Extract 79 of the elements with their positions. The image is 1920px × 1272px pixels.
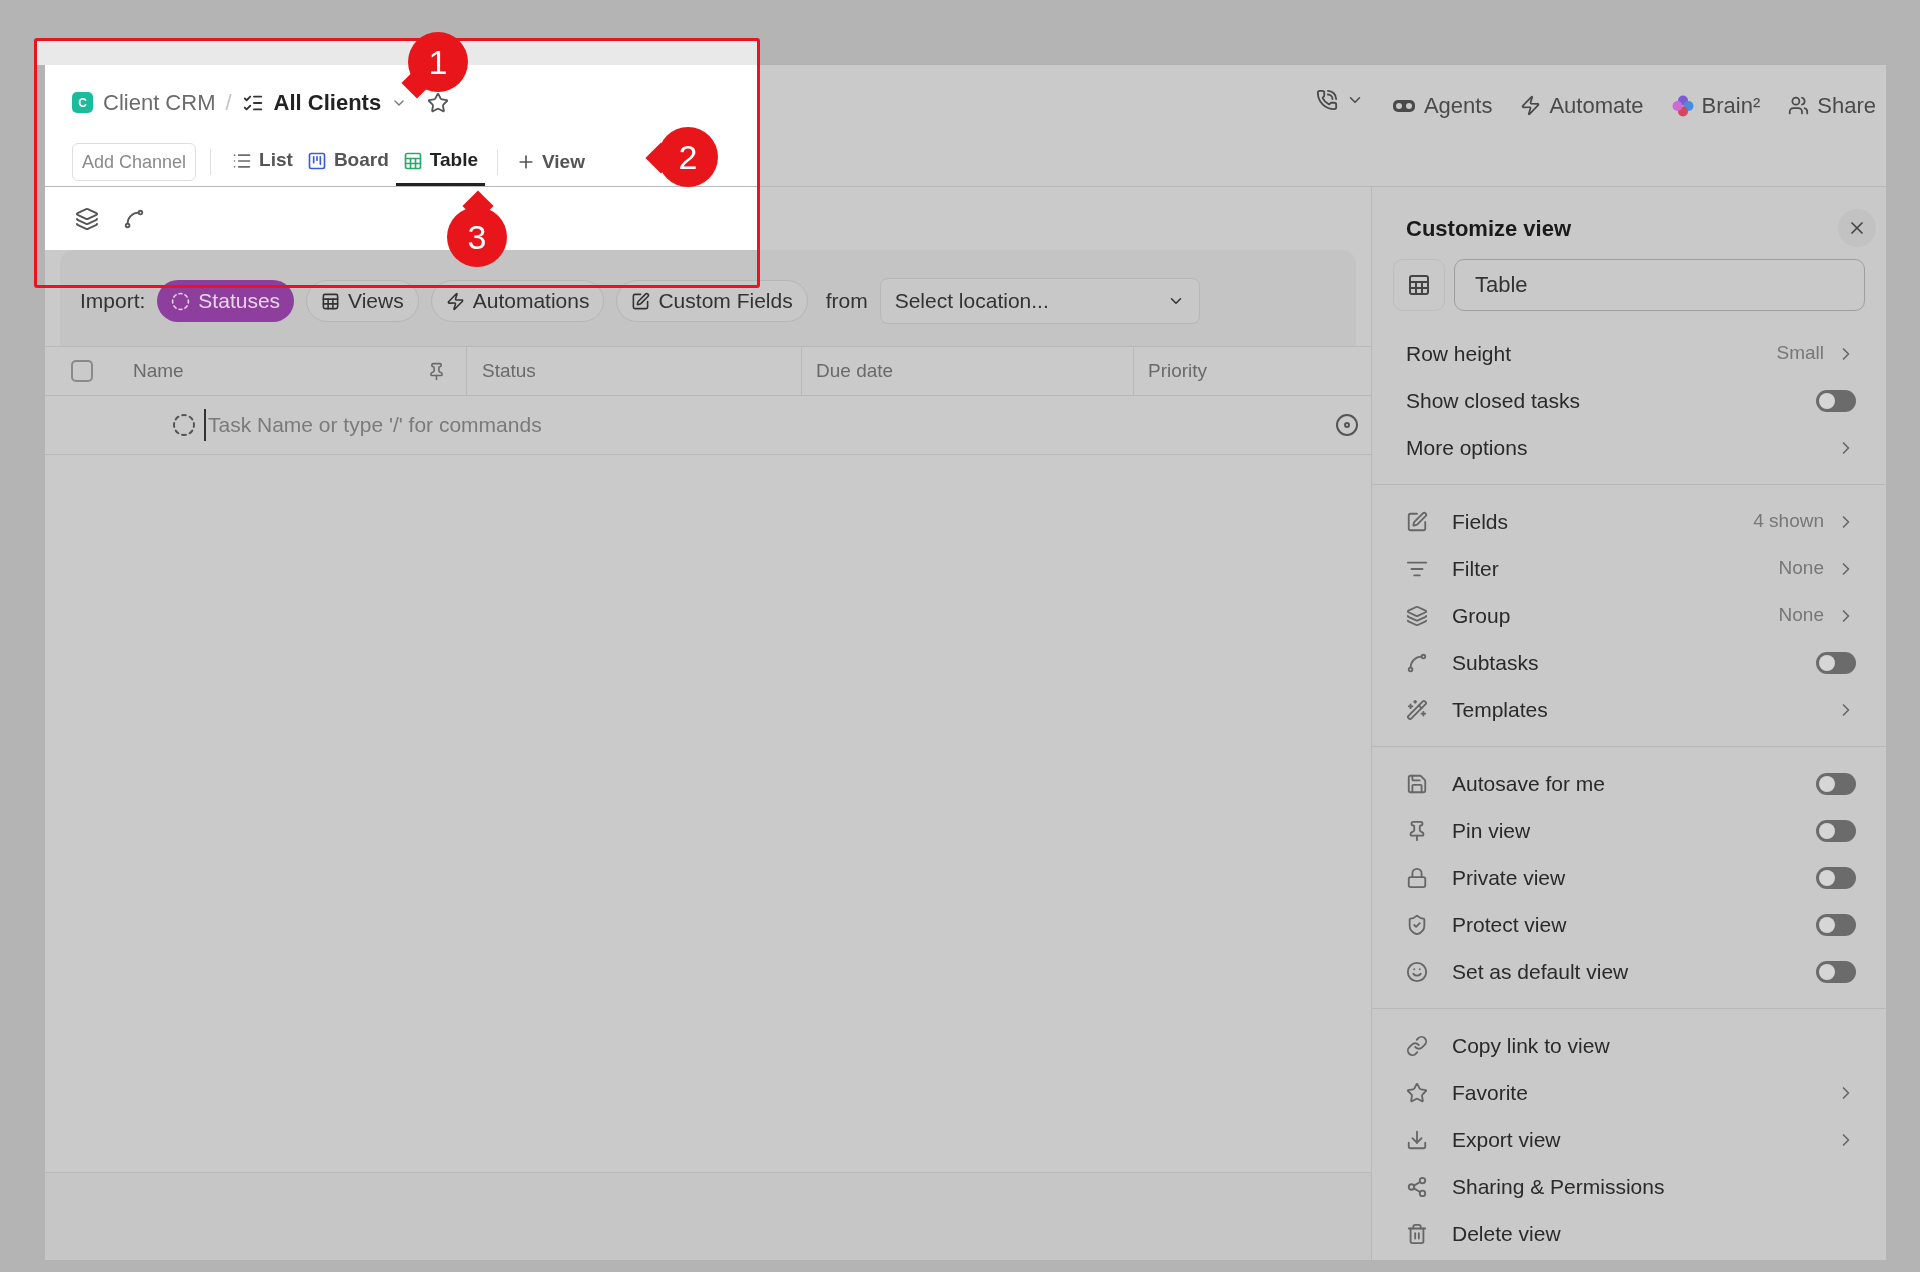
import-chip[interactable]: Views [306, 280, 419, 322]
table-icon [1407, 273, 1431, 297]
add-channel-field[interactable]: Add Channel [72, 143, 197, 181]
location-select[interactable]: Select location... [879, 278, 1200, 324]
panel-menu-item[interactable]: Sharing & Permissions [1372, 1163, 1886, 1210]
panel-menu-item[interactable]: Protect view [1372, 901, 1886, 948]
import-chip[interactable]: Automations [430, 280, 605, 322]
select-all-checkbox[interactable] [71, 360, 93, 382]
toggle-switch[interactable] [1816, 960, 1856, 983]
header-action-button[interactable]: Agents [1391, 89, 1493, 122]
list-title[interactable]: All Clients [273, 86, 382, 119]
layers-icon[interactable] [75, 206, 99, 231]
dashed-circle-icon [171, 291, 191, 311]
trash-icon [1406, 1222, 1428, 1245]
save-icon [1406, 772, 1428, 795]
view-name-input[interactable]: Table [1454, 259, 1865, 311]
link-icon [1406, 1034, 1428, 1057]
panel-menu-item[interactable]: Pin view [1372, 807, 1886, 854]
lock-icon [1406, 866, 1428, 889]
toggle-switch[interactable] [1816, 866, 1856, 889]
view-tab[interactable]: Board [299, 138, 396, 186]
space-link[interactable]: Client CRM [103, 86, 216, 119]
panel-menu-item[interactable]: Private view [1372, 854, 1886, 901]
toggle-switch[interactable] [1816, 772, 1856, 795]
breadcrumb-separator: / [225, 89, 232, 117]
edit-icon [1406, 510, 1428, 533]
close-button[interactable] [1838, 209, 1876, 247]
panel-menu-item[interactable]: Fields 4 shown [1372, 498, 1886, 545]
smile-icon [1406, 960, 1428, 983]
dashed-circle-icon [172, 413, 196, 437]
star-icon[interactable] [427, 91, 450, 114]
lightning-icon [1520, 95, 1542, 116]
panel-menu-item[interactable]: Filter None [1372, 545, 1886, 592]
import-label: Import: [80, 288, 146, 315]
panel-menu-item[interactable]: More options [1372, 424, 1886, 471]
star-icon [1406, 1081, 1428, 1104]
edit-icon [631, 291, 651, 311]
import-chip[interactable]: Statuses [157, 280, 295, 322]
panel-menu-item[interactable]: Delete view [1372, 1210, 1886, 1257]
lightning-icon [445, 291, 465, 311]
panel-menu-item[interactable]: Row height Small [1372, 330, 1886, 377]
users-icon [1788, 95, 1810, 116]
toggle-switch[interactable] [1816, 913, 1856, 936]
layers-icon [1406, 604, 1428, 627]
import-chip[interactable]: Custom Fields [616, 280, 808, 322]
wand-icon [1406, 698, 1428, 721]
panel-menu-item[interactable]: Copy link to view [1372, 1022, 1886, 1069]
add-view-button[interactable]: View [510, 147, 591, 177]
pin-icon [427, 361, 446, 381]
toggle-switch[interactable] [1816, 651, 1856, 674]
mask-icon [1391, 98, 1416, 113]
panel-title: Customize view [1406, 214, 1572, 243]
share-icon [1406, 1175, 1428, 1198]
panel-menu-item[interactable]: Favorite [1372, 1069, 1886, 1116]
view-icon-button[interactable] [1393, 259, 1445, 311]
flower-icon [1671, 94, 1694, 117]
panel-menu-item[interactable]: Set as default view [1372, 948, 1886, 995]
table-icon [321, 291, 341, 311]
panel-menu-item[interactable]: Autosave for me [1372, 760, 1886, 807]
download-icon [1406, 1128, 1428, 1151]
panel-menu-item[interactable]: Export view [1372, 1116, 1886, 1163]
panel-menu-item[interactable]: Show closed tasks [1372, 377, 1886, 424]
space-badge: C [72, 92, 93, 113]
header-action-button[interactable]: Share [1788, 89, 1876, 122]
radio-icon[interactable] [1335, 413, 1359, 437]
branch-icon [1406, 651, 1428, 674]
panel-menu-item[interactable]: Group None [1372, 592, 1886, 639]
toggle-switch[interactable] [1816, 819, 1856, 842]
toggle-switch[interactable] [1816, 389, 1856, 412]
from-label: from [825, 288, 868, 315]
view-tab[interactable]: List [225, 138, 300, 186]
branch-icon[interactable] [123, 207, 145, 230]
task-name-input[interactable]: Task Name or type '/' for commands [204, 409, 1335, 441]
phone-icon[interactable] [1315, 89, 1338, 111]
panel-menu-item[interactable]: Subtasks [1372, 639, 1886, 686]
shield-check-icon [1406, 913, 1428, 936]
header-action-button[interactable]: Brain² [1671, 89, 1761, 122]
panel-menu-item[interactable]: Templates [1372, 686, 1886, 733]
header-action-button[interactable]: Automate [1520, 89, 1644, 122]
